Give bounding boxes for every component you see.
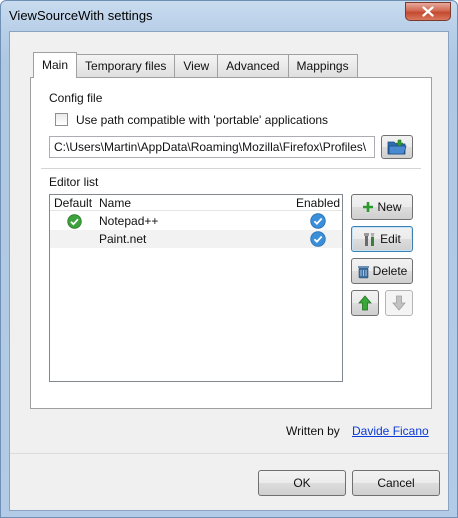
editor-list-header: Default Name Enabled: [50, 195, 342, 211]
footer-divider: [10, 453, 448, 454]
column-enabled[interactable]: Enabled: [296, 196, 340, 210]
enabled-check-icon[interactable]: [310, 213, 326, 229]
written-by-label: Written by: [286, 424, 340, 438]
delete-editor-button[interactable]: Delete: [351, 258, 413, 284]
close-icon: [422, 6, 434, 17]
close-button[interactable]: [405, 2, 451, 21]
tab-strip: Main Temporary files View Advanced Mappi…: [33, 52, 358, 78]
portable-checkbox[interactable]: [55, 113, 68, 126]
edit-tools-icon: [364, 232, 375, 246]
arrow-up-icon: [358, 295, 372, 311]
editor-row[interactable]: Paint.net: [50, 230, 342, 248]
ok-button[interactable]: OK: [258, 470, 346, 496]
folder-icon: [387, 139, 407, 155]
default-check-icon: [67, 214, 82, 229]
title-bar[interactable]: ViewSourceWith settings: [1, 1, 457, 31]
editor-row[interactable]: Notepad++: [50, 212, 342, 230]
new-editor-button[interactable]: New: [351, 194, 413, 220]
enabled-check-icon[interactable]: [310, 231, 326, 247]
cancel-button[interactable]: Cancel: [352, 470, 440, 496]
move-down-button[interactable]: [385, 290, 413, 316]
tab-view[interactable]: View: [174, 54, 219, 78]
column-default[interactable]: Default: [54, 196, 92, 210]
main-tab-panel: Config file Use path compatible with 'po…: [30, 77, 432, 409]
settings-window: ViewSourceWith settings Main Temporary f…: [0, 0, 458, 518]
config-file-label: Config file: [49, 91, 103, 105]
tab-mappings[interactable]: Mappings: [287, 54, 358, 78]
arrow-down-icon: [392, 295, 406, 311]
browse-folder-button[interactable]: [381, 135, 413, 159]
section-divider: [41, 168, 421, 169]
editor-list[interactable]: Default Name Enabled Notepad++ Paint.net: [49, 194, 343, 382]
author-link[interactable]: Davide Ficano: [352, 424, 429, 438]
window-title: ViewSourceWith settings: [9, 8, 153, 23]
editor-list-label: Editor list: [49, 175, 99, 189]
new-button-label: New: [377, 200, 402, 214]
tab-main[interactable]: Main: [33, 52, 78, 78]
plus-icon: [363, 202, 374, 212]
editor-name: Notepad++: [99, 214, 159, 228]
edit-editor-button[interactable]: Edit: [351, 226, 413, 252]
column-name[interactable]: Name: [99, 196, 131, 210]
tab-advanced[interactable]: Advanced: [217, 54, 289, 78]
editor-name: Paint.net: [99, 232, 147, 246]
move-up-button[interactable]: [351, 290, 379, 316]
trash-icon: [357, 265, 369, 278]
portable-checkbox-label[interactable]: Use path compatible with 'portable' appl…: [76, 113, 328, 127]
delete-button-label: Delete: [372, 264, 408, 278]
edit-button-label: Edit: [380, 232, 401, 246]
config-path-field[interactable]: C:\Users\Martin\AppData\Roaming\Mozilla\…: [49, 136, 375, 158]
dialog-client-area: Main Temporary files View Advanced Mappi…: [9, 31, 449, 511]
tab-temporary-files[interactable]: Temporary files: [76, 54, 176, 78]
